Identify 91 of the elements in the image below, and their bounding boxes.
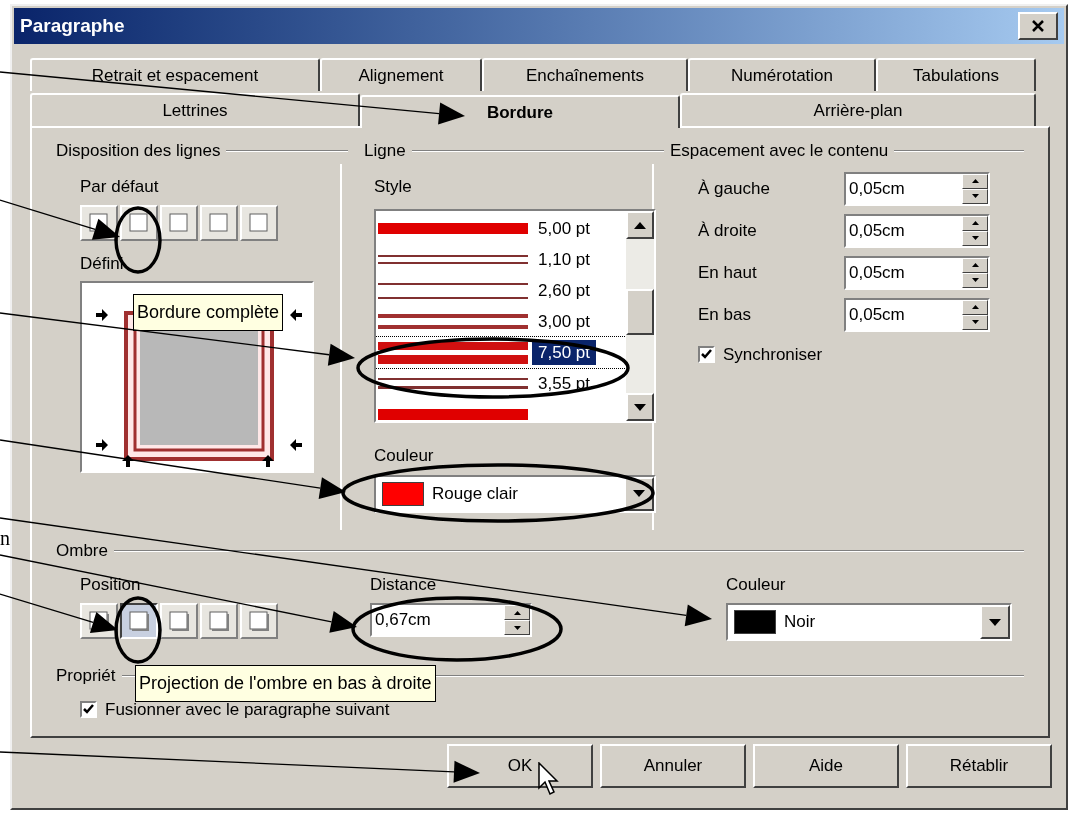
tab[interactable]: Numérotation [688, 58, 876, 91]
line-style-option[interactable]: 1,10 pt [376, 244, 626, 275]
annotation-ellipse [114, 596, 162, 664]
field-label: Couleur [374, 445, 435, 467]
checkmark-icon [701, 349, 712, 360]
up-arrow-icon [513, 610, 521, 615]
line-style-option[interactable]: 7,50 pt [376, 337, 626, 368]
down-arrow-icon [971, 278, 979, 282]
group-title: Ligne [364, 140, 406, 162]
shadow-box-icon [127, 609, 151, 633]
border-box-icon [167, 211, 191, 235]
spin-up-button[interactable] [504, 605, 530, 620]
checkbox[interactable] [698, 345, 715, 363]
color-dropdown[interactable]: Noir [726, 603, 1012, 641]
dialog-button[interactable]: OK [447, 744, 593, 788]
down-arrow-icon [634, 403, 646, 411]
tooltip: Projection de l'ombre en bas à droite [135, 665, 436, 702]
field-label: Distance [370, 573, 438, 596]
down-arrow-icon [989, 618, 1001, 626]
down-arrow-icon [971, 194, 979, 198]
mouse-cursor-icon [538, 762, 560, 796]
shadow-box-icon [247, 609, 271, 633]
scroll-up-button[interactable] [626, 211, 654, 239]
window-title: Paragraphe [20, 13, 125, 38]
spin-up-button[interactable] [962, 173, 988, 189]
border-box-icon [247, 211, 271, 235]
close-button[interactable] [1018, 12, 1058, 40]
field-label: En haut [698, 261, 758, 284]
scrollbar[interactable] [626, 211, 654, 421]
spin-field[interactable]: 0,05cm [844, 255, 990, 290]
tooltip: Bordure complète [133, 294, 284, 331]
line-style-option[interactable]: 5,00 pt [376, 213, 626, 244]
up-arrow-icon [971, 179, 979, 183]
line-style-option[interactable]: 3,00 pt [376, 306, 626, 337]
checkbox-label: Synchroniser [723, 343, 823, 366]
field-label: À droite [698, 219, 758, 242]
spin-down-button[interactable] [962, 314, 988, 330]
up-arrow-icon [634, 221, 646, 229]
spin-field[interactable]: 0,05cm [844, 213, 990, 248]
spin-down-button[interactable] [962, 230, 988, 246]
spin-down-button[interactable] [962, 272, 988, 288]
field-label: Par défaut [80, 175, 160, 198]
group-title: Ombre [56, 540, 108, 562]
preset-button[interactable] [120, 603, 158, 639]
field-label: En bas [698, 303, 752, 326]
field-label: À gauche [698, 177, 771, 200]
line-style-option[interactable]: 2,60 pt [376, 275, 626, 306]
spin-down-button[interactable] [504, 620, 530, 635]
field-label: Couleur [726, 573, 787, 596]
tab[interactable]: Arrière-plan [680, 93, 1036, 126]
group-title: Disposition des lignes [56, 140, 221, 162]
scroll-down-button[interactable] [626, 393, 654, 421]
dialog-button[interactable]: Annuler [600, 744, 746, 788]
spin-up-button[interactable] [962, 299, 988, 315]
up-arrow-icon [971, 221, 979, 225]
down-arrow-icon [633, 490, 645, 497]
dialog-button[interactable]: Aide [753, 744, 899, 788]
field-label: Défini [80, 253, 125, 275]
tab[interactable]: Bordure [360, 95, 680, 128]
tab[interactable]: Tabulations [876, 58, 1036, 91]
dialog-button[interactable]: Rétablir [906, 744, 1052, 788]
spin-up-button[interactable] [962, 257, 988, 273]
checkmark-icon [83, 704, 94, 715]
dropdown-button[interactable] [980, 605, 1010, 639]
border-box-icon [127, 211, 151, 235]
down-arrow-icon [971, 320, 979, 324]
spin-up-button[interactable] [962, 215, 988, 231]
up-arrow-icon [971, 263, 979, 267]
shadow-box-icon [167, 609, 191, 633]
tab[interactable]: Enchaînements [482, 58, 688, 91]
shadow-box-icon [207, 609, 231, 633]
group-title: Propriét [56, 665, 116, 687]
spin-field[interactable]: 0,05cm [844, 171, 990, 206]
tab[interactable]: Lettrines [30, 93, 360, 126]
up-arrow-icon [971, 305, 979, 309]
annotation-text: n [0, 528, 10, 548]
spin-field[interactable]: 0,67cm [370, 603, 532, 637]
down-arrow-icon [971, 236, 979, 240]
field-label: Style [374, 175, 413, 198]
border-box-icon [207, 211, 231, 235]
close-icon [1031, 19, 1045, 33]
field-label: Position [80, 573, 142, 596]
down-arrow-icon [513, 625, 521, 630]
group-title: Espacement avec le contenu [670, 140, 889, 162]
checkbox[interactable] [80, 700, 97, 718]
tab[interactable]: Alignement [320, 58, 482, 91]
scroll-thumb[interactable] [626, 289, 654, 335]
tab[interactable]: Retrait et espacement [30, 58, 320, 91]
spin-down-button[interactable] [962, 188, 988, 204]
color-dropdown[interactable]: Rouge clair [374, 474, 656, 513]
spin-field[interactable]: 0,05cm [844, 297, 990, 332]
